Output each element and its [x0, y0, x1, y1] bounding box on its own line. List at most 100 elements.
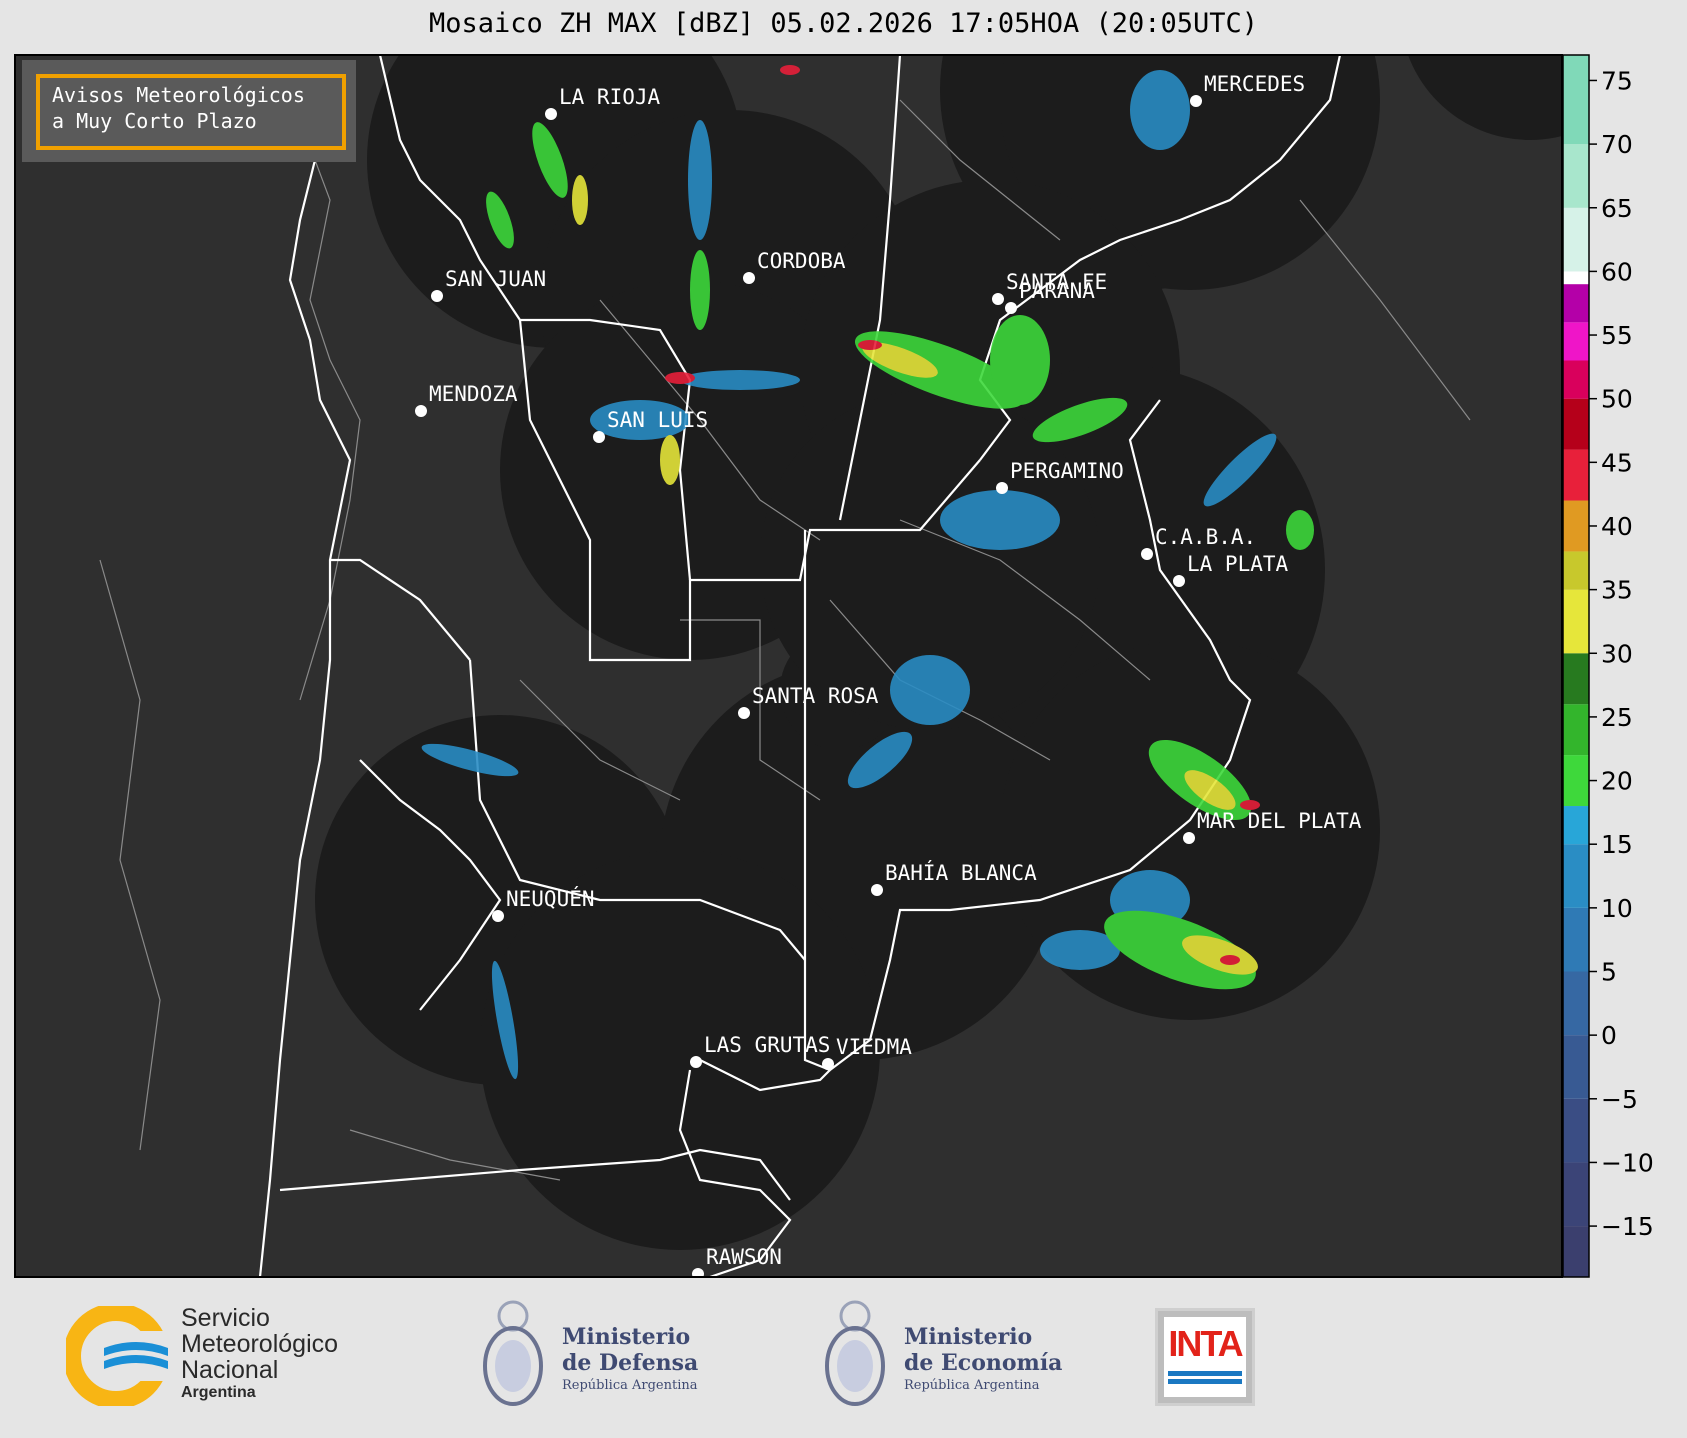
- smn-emblem-icon: [66, 1306, 176, 1406]
- city-dot: [992, 293, 1004, 305]
- colorbar-segment: [1563, 1035, 1589, 1099]
- colorbar-tick-label: 65: [1601, 194, 1633, 223]
- colorbar-segment: [1563, 271, 1589, 285]
- smn-line-2: Meteorológico: [181, 1330, 339, 1358]
- colorbar-segment: [1563, 551, 1589, 590]
- city-label: MERCEDES: [1204, 72, 1305, 96]
- colorbar: 757065605550454035302520151050−5−10−15: [1562, 54, 1654, 1278]
- economia-line-2: de Economía: [904, 1350, 1063, 1376]
- city-label: SAN JUAN: [445, 267, 546, 291]
- city-label: SAN LUIS: [607, 408, 708, 432]
- city-label: NEUQUÉN: [506, 886, 595, 911]
- colorbar-tick-label: 25: [1601, 703, 1633, 732]
- colorbar-segment: [1563, 589, 1589, 654]
- colorbar-segment: [1563, 500, 1589, 552]
- city-dot: [431, 290, 443, 302]
- city-dot: [692, 1268, 704, 1277]
- colorbar-tick-label: 35: [1601, 576, 1633, 605]
- colorbar-segment: [1563, 284, 1589, 323]
- colorbar-segment: [1563, 704, 1589, 756]
- colorbar-segment: [1563, 755, 1589, 807]
- colorbar-tick-label: 30: [1601, 639, 1633, 668]
- city-dot: [545, 108, 557, 120]
- aviso-legend: Avisos Meteorológicos a Muy Corto Plazo: [22, 60, 356, 162]
- colorbar-segment: [1563, 207, 1589, 272]
- city-dot: [1183, 832, 1195, 844]
- colorbar-tick-label: 20: [1601, 767, 1633, 796]
- colorbar-segment: [1563, 449, 1589, 501]
- city-label: SANTA ROSA: [752, 684, 879, 708]
- colorbar-tick-label: 75: [1601, 66, 1633, 95]
- defensa-line-1: Ministerio: [562, 1324, 691, 1350]
- colorbar-segment: [1563, 971, 1589, 1036]
- aviso-frame: Avisos Meteorológicos a Muy Corto Plazo: [36, 74, 346, 150]
- colorbar-tick-label: 10: [1601, 894, 1633, 923]
- city-dot: [743, 272, 755, 284]
- city-dot: [996, 482, 1008, 494]
- colorbar-segment: [1563, 398, 1589, 450]
- colorbar-tick-label: 60: [1601, 257, 1633, 286]
- colorbar-tick-label: 5: [1601, 958, 1617, 987]
- city-dot: [1190, 95, 1202, 107]
- aviso-line-2: a Muy Corto Plazo: [52, 109, 257, 133]
- colorbar-segment: [1563, 322, 1589, 361]
- colorbar-segment: [1563, 1162, 1589, 1227]
- colorbar-segment: [1563, 360, 1589, 399]
- aviso-line-1: Avisos Meteorológicos: [52, 83, 305, 107]
- economia-line-1: Ministerio: [904, 1324, 1033, 1350]
- colorbar-tick-label: −10: [1601, 1148, 1654, 1177]
- defensa-logo: Ministerio de Defensa República Argentin…: [478, 1296, 728, 1416]
- colorbar-segment: [1563, 55, 1589, 145]
- city-dot: [492, 910, 504, 922]
- smn-line-4: Argentina: [181, 1384, 256, 1401]
- economia-logo: Ministerio de Economía República Argenti…: [820, 1296, 1080, 1416]
- city-label: CORDOBA: [757, 249, 846, 273]
- city-label: LA RIOJA: [559, 85, 661, 109]
- inta-logo: INTA: [1155, 1308, 1255, 1406]
- city-dot: [1005, 302, 1017, 314]
- city-dot: [690, 1056, 702, 1068]
- city-label: LA PLATA: [1187, 552, 1289, 576]
- colorbar-segment: [1563, 144, 1589, 208]
- colorbar-segment: [1563, 1098, 1589, 1163]
- colorbar-segment: [1563, 907, 1589, 972]
- city-dot: [822, 1058, 834, 1070]
- city-label: MENDOZA: [429, 382, 518, 406]
- coat-of-arms-icon: [483, 1300, 543, 1406]
- colorbar-tick-label: 0: [1601, 1021, 1617, 1050]
- inta-label: INTA: [1168, 1323, 1243, 1364]
- city-dot: [1141, 548, 1153, 560]
- smn-logo: Servicio Meteorológico Nacional Argentin…: [66, 1300, 386, 1410]
- defensa-line-3: República Argentina: [562, 1378, 698, 1393]
- city-dot: [1173, 575, 1185, 587]
- colorbar-tick-label: −5: [1601, 1085, 1638, 1114]
- city-label: PERGAMINO: [1010, 459, 1124, 483]
- colorbar-tick-label: 50: [1601, 385, 1633, 414]
- city-dot: [871, 884, 883, 896]
- radar-map: LA RIOJAMERCEDESSAN JUANCORDOBASANTA FEP…: [14, 54, 1654, 1278]
- coat-of-arms-icon: [825, 1300, 885, 1406]
- city-label: MAR DEL PLATA: [1197, 809, 1362, 833]
- city-dot: [593, 431, 605, 443]
- colorbar-tick-label: 55: [1601, 321, 1633, 350]
- smn-line-3: Nacional: [181, 1356, 279, 1384]
- colorbar-tick-label: 45: [1601, 448, 1633, 477]
- colorbar-tick-label: −15: [1601, 1212, 1654, 1241]
- colorbar-segment: [1563, 806, 1589, 845]
- city-label: PARANA: [1019, 279, 1095, 303]
- smn-line-1: Servicio: [181, 1304, 270, 1332]
- city-label: C.A.B.A.: [1155, 525, 1256, 549]
- colorbar-tick-label: 70: [1601, 130, 1633, 159]
- city-label: VIEDMA: [836, 1035, 912, 1059]
- colorbar-tick-label: 15: [1601, 830, 1633, 859]
- city-label: RAWSON: [706, 1245, 782, 1269]
- city-dot: [415, 405, 427, 417]
- city-label: BAHÍA BLANCA: [885, 860, 1037, 885]
- city-label: LAS GRUTAS: [704, 1033, 830, 1057]
- colorbar-segment: [1563, 844, 1589, 908]
- economia-line-3: República Argentina: [904, 1378, 1040, 1393]
- colorbar-tick-label: 40: [1601, 512, 1633, 541]
- defensa-line-2: de Defensa: [562, 1350, 699, 1376]
- colorbar-segment: [1563, 653, 1589, 705]
- colorbar-segment: [1563, 1226, 1589, 1277]
